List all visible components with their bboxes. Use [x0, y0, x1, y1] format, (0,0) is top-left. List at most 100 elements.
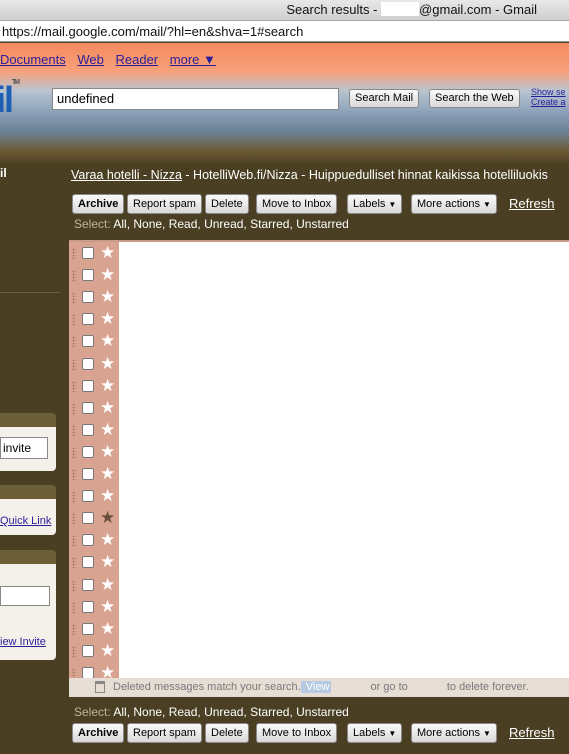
refresh-link[interactable]: Refresh: [509, 196, 555, 211]
drag-handle-icon[interactable]: [72, 402, 76, 415]
message-row[interactable]: ★: [69, 309, 119, 331]
star-icon[interactable]: ★: [100, 287, 115, 307]
gmail-logo[interactable]: ilTM: [0, 79, 20, 121]
star-icon[interactable]: ★: [100, 398, 115, 418]
invite-input[interactable]: invite: [0, 437, 48, 459]
drag-handle-icon[interactable]: [72, 248, 76, 260]
row-checkbox[interactable]: [82, 622, 94, 635]
message-row[interactable]: ★: [69, 597, 119, 619]
search-mail-button[interactable]: Search Mail: [349, 89, 420, 108]
row-checkbox[interactable]: [82, 335, 94, 348]
drag-handle-icon[interactable]: [72, 491, 76, 504]
row-checkbox[interactable]: [82, 468, 94, 480]
row-checkbox[interactable]: [82, 512, 94, 525]
star-icon[interactable]: ★: [100, 552, 115, 572]
star-icon[interactable]: ★: [100, 331, 115, 351]
message-row[interactable]: ★: [69, 398, 119, 420]
message-row[interactable]: ★: [69, 641, 119, 663]
refresh-link[interactable]: Refresh: [509, 725, 555, 740]
star-icon[interactable]: ★: [100, 530, 115, 550]
message-row[interactable]: ★: [69, 376, 119, 398]
search-web-button[interactable]: Search the Web: [429, 89, 520, 108]
nav-more[interactable]: more ▼: [170, 52, 216, 67]
drag-handle-icon[interactable]: [72, 579, 76, 592]
message-row[interactable]: ★: [69, 243, 119, 265]
row-checkbox[interactable]: [82, 490, 94, 503]
labels-dropdown[interactable]: Labels ▼: [347, 723, 403, 743]
nav-documents[interactable]: Documents: [0, 52, 66, 67]
message-row[interactable]: ★: [69, 442, 119, 464]
star-icon[interactable]: ★: [100, 641, 115, 661]
star-icon[interactable]: ★: [100, 243, 115, 263]
ad-title-link[interactable]: Varaa hotelli - Nizza: [71, 168, 182, 182]
star-icon[interactable]: ★: [100, 464, 115, 484]
message-row[interactable]: ★: [69, 420, 119, 442]
row-checkbox[interactable]: [82, 445, 94, 458]
row-checkbox[interactable]: [82, 578, 94, 591]
delete-button[interactable]: Delete: [205, 723, 249, 743]
show-search-options-link[interactable]: Show se: [531, 87, 566, 97]
view-deleted-link[interactable]: View: [300, 681, 332, 693]
message-row[interactable]: ★: [69, 575, 119, 597]
message-row[interactable]: ★: [69, 265, 119, 287]
row-checkbox[interactable]: [82, 269, 94, 282]
message-row[interactable]: ★: [69, 552, 119, 574]
row-checkbox[interactable]: [82, 357, 94, 370]
drag-handle-icon[interactable]: [72, 336, 76, 349]
message-row[interactable]: ★: [69, 508, 119, 530]
select-options[interactable]: All, None, Read, Unread, Starred, Unstar…: [113, 217, 348, 231]
message-row[interactable]: ★: [69, 530, 119, 552]
star-icon[interactable]: ★: [100, 420, 115, 440]
more-actions-dropdown[interactable]: More actions ▼: [411, 723, 497, 743]
drag-handle-icon[interactable]: [72, 270, 76, 283]
address-bar[interactable]: https://mail.google.com/mail/?hl=en&shva…: [0, 21, 569, 42]
preview-invite-link[interactable]: iew Invite: [0, 636, 46, 648]
row-checkbox[interactable]: [82, 313, 94, 326]
create-filter-link[interactable]: Create a: [531, 97, 566, 107]
message-row[interactable]: ★: [69, 331, 119, 353]
labels-dropdown[interactable]: Labels ▼: [347, 194, 403, 214]
row-checkbox[interactable]: [82, 534, 94, 547]
drag-handle-icon[interactable]: [72, 380, 76, 393]
drag-handle-icon[interactable]: [72, 601, 76, 614]
move-to-inbox-button[interactable]: Move to Inbox: [256, 723, 338, 743]
drag-handle-icon[interactable]: [72, 535, 76, 548]
drag-handle-icon[interactable]: [72, 645, 76, 658]
row-checkbox[interactable]: [82, 600, 94, 613]
row-checkbox[interactable]: [82, 291, 94, 304]
star-icon[interactable]: ★: [100, 376, 115, 396]
drag-handle-icon[interactable]: [72, 623, 76, 636]
star-icon[interactable]: ★: [100, 597, 115, 617]
row-checkbox[interactable]: [82, 247, 94, 259]
row-checkbox[interactable]: [82, 379, 94, 392]
star-icon[interactable]: ★: [100, 486, 115, 506]
drag-handle-icon[interactable]: [72, 513, 76, 526]
row-checkbox[interactable]: [82, 644, 94, 657]
search-input[interactable]: undefined: [52, 88, 339, 110]
star-icon[interactable]: ★: [100, 575, 115, 595]
drag-handle-icon[interactable]: [72, 469, 76, 481]
select-options[interactable]: All, None, Read, Unread, Starred, Unstar…: [113, 705, 348, 719]
move-to-inbox-button[interactable]: Move to Inbox: [256, 194, 338, 214]
report-spam-button[interactable]: Report spam: [127, 194, 202, 214]
archive-button[interactable]: Archive: [72, 194, 125, 214]
drag-handle-icon[interactable]: [72, 424, 76, 437]
message-row[interactable]: ★: [69, 464, 119, 486]
drag-handle-icon[interactable]: [72, 446, 76, 459]
add-quick-link[interactable]: Quick Link: [0, 515, 51, 527]
drag-handle-icon[interactable]: [72, 557, 76, 570]
drag-handle-icon[interactable]: [72, 292, 76, 305]
row-checkbox[interactable]: [82, 556, 94, 569]
star-icon[interactable]: ★: [100, 354, 115, 374]
nav-reader[interactable]: Reader: [116, 52, 159, 67]
star-icon[interactable]: ★: [100, 265, 115, 285]
row-checkbox[interactable]: [82, 423, 94, 436]
message-row[interactable]: ★: [69, 354, 119, 376]
invite-email-field[interactable]: [0, 586, 50, 606]
archive-button[interactable]: Archive: [72, 723, 125, 743]
delete-button[interactable]: Delete: [205, 194, 249, 214]
nav-web[interactable]: Web: [77, 52, 104, 67]
more-actions-dropdown[interactable]: More actions ▼: [411, 194, 497, 214]
star-icon[interactable]: ★: [100, 508, 115, 528]
star-icon[interactable]: ★: [100, 619, 115, 639]
